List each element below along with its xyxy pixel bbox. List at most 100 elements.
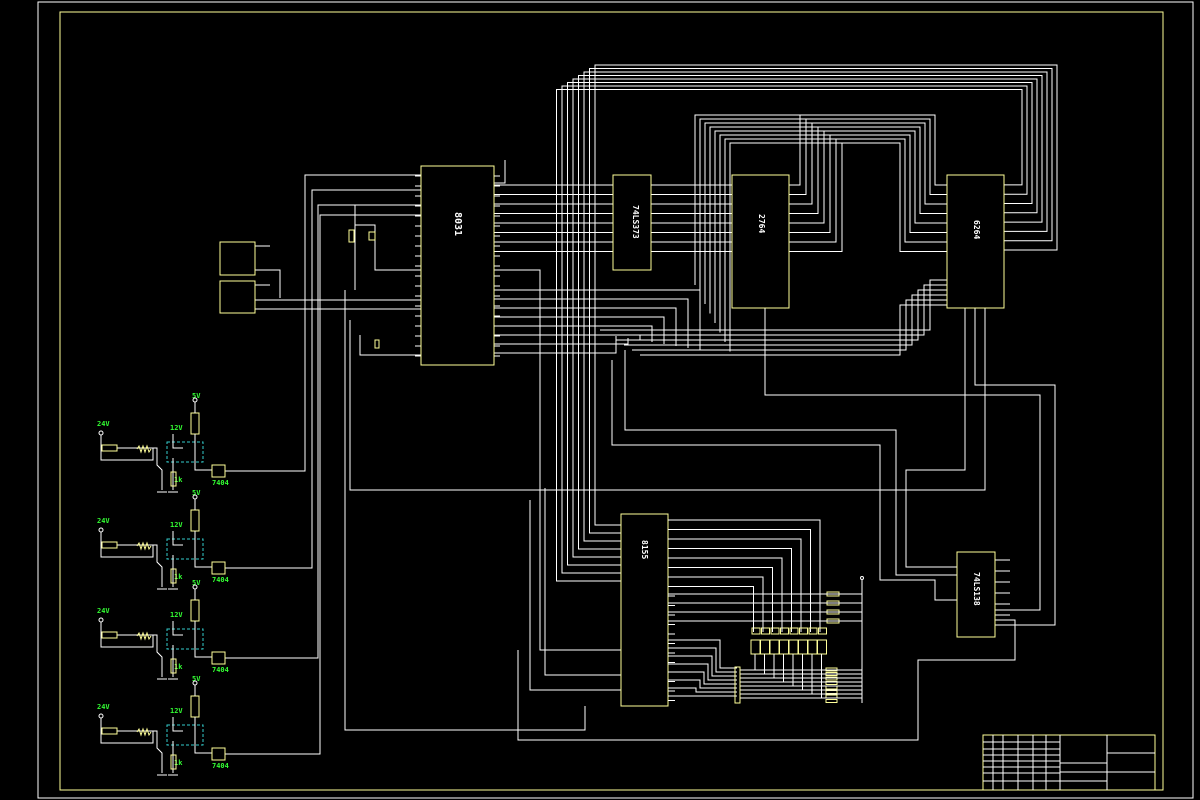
wire — [668, 519, 821, 632]
outer-border — [37, 1, 1194, 799]
input-terminal — [98, 527, 104, 533]
wire — [616, 289, 947, 341]
wire — [668, 529, 811, 632]
chip-74ls138-label: 74LS138 — [972, 572, 981, 606]
opto-label: 1k — [174, 663, 183, 671]
wire — [494, 298, 689, 348]
reset-resistor — [348, 229, 355, 243]
wire — [172, 434, 183, 449]
input-terminal — [98, 713, 104, 719]
wire — [172, 531, 183, 546]
seven-segment-display — [668, 519, 864, 704]
wire — [172, 621, 183, 636]
input-resistor — [101, 444, 118, 452]
wire — [600, 279, 947, 331]
vcc-terminal — [860, 576, 864, 580]
wire — [494, 338, 629, 345]
chip-74ls373-label: 74LS373 — [631, 205, 640, 239]
title-block — [982, 734, 1156, 791]
wire — [668, 586, 754, 632]
wire — [583, 71, 1048, 542]
wire — [699, 118, 807, 295]
crystal-icon — [374, 339, 380, 349]
opto-label: 1k — [174, 573, 183, 581]
opto-label: 7404 — [212, 576, 229, 584]
inverter-box — [211, 561, 226, 575]
wire — [764, 308, 1041, 611]
digit — [760, 639, 770, 655]
chip-74ls138[interactable]: 74LS138 — [956, 551, 996, 638]
schematic-drawing: 8031 74LS373 2764 6264 8155 74LS138 24V 1… — [37, 1, 1194, 799]
opto-label: 12V — [170, 611, 183, 619]
chip-74ls373[interactable]: 74LS373 — [612, 174, 652, 271]
opto-label: 24V — [97, 607, 110, 615]
wire — [100, 532, 154, 558]
opto-label: 7404 — [212, 666, 229, 674]
opto-label: 24V — [97, 517, 110, 525]
wire — [225, 214, 421, 755]
chip-2764[interactable]: 2764 — [731, 174, 790, 309]
wire — [589, 68, 1053, 534]
wire — [694, 114, 801, 285]
pullup-resistor — [190, 599, 200, 622]
wire — [225, 204, 421, 659]
input-terminal — [98, 617, 104, 623]
pullup-resistor — [190, 412, 200, 435]
opto-label: 1k — [174, 476, 183, 484]
opto-label: 24V — [97, 703, 110, 711]
chip-8031[interactable]: 8031 — [420, 165, 495, 366]
inverter-box — [211, 747, 226, 761]
wire — [153, 447, 163, 490]
wire — [722, 134, 947, 233]
wire — [100, 622, 154, 648]
opto-label: 1k — [174, 759, 183, 767]
wire — [153, 730, 163, 773]
wire — [719, 134, 831, 333]
wire — [355, 224, 421, 271]
wire — [529, 500, 621, 691]
wire — [225, 174, 421, 472]
opto-input-4: 24V 12V5V1k 7404 — [97, 675, 229, 776]
opto-input-2: 24V 12V5V1k 7404 — [97, 489, 229, 590]
wire — [572, 78, 1038, 558]
input-resistor — [101, 727, 118, 735]
wire — [153, 544, 163, 587]
chip-8155-label: 8155 — [640, 540, 649, 559]
digit — [788, 639, 799, 655]
wire — [724, 138, 837, 342]
wire — [717, 130, 947, 224]
inverter-box — [211, 651, 226, 665]
wire — [905, 308, 966, 568]
wire — [740, 654, 765, 675]
wire — [225, 189, 421, 569]
opto-label: 12V — [170, 707, 183, 715]
pullup-resistor — [190, 695, 200, 718]
opto-label: 7404 — [212, 479, 229, 487]
wire — [740, 654, 822, 699]
clock-box-1 — [219, 241, 256, 276]
digit — [779, 639, 789, 655]
chip-8031-label: 8031 — [452, 212, 463, 236]
wire — [100, 435, 154, 461]
wires — [225, 64, 1058, 755]
resistor-pack-pin — [825, 690, 838, 694]
zigzag-resistor — [136, 444, 152, 454]
zigzag-resistor — [136, 727, 152, 737]
wire — [668, 576, 764, 632]
wire — [740, 654, 756, 671]
wire — [255, 269, 281, 298]
wire — [494, 160, 506, 184]
opto-label: 7404 — [212, 762, 229, 770]
chip-6264[interactable]: 6264 — [946, 174, 1005, 309]
wire — [100, 718, 154, 744]
digit — [798, 639, 808, 655]
wire — [624, 350, 957, 576]
opto-label: 12V — [170, 424, 183, 432]
optocoupler — [166, 628, 204, 650]
wire — [668, 538, 802, 632]
opto-input-3: 24V 12V5V1k 7404 — [97, 579, 229, 680]
wire — [578, 75, 1043, 550]
wire — [974, 308, 1056, 626]
input-resistor — [101, 541, 118, 549]
chip-8155[interactable]: 8155 — [620, 513, 669, 707]
